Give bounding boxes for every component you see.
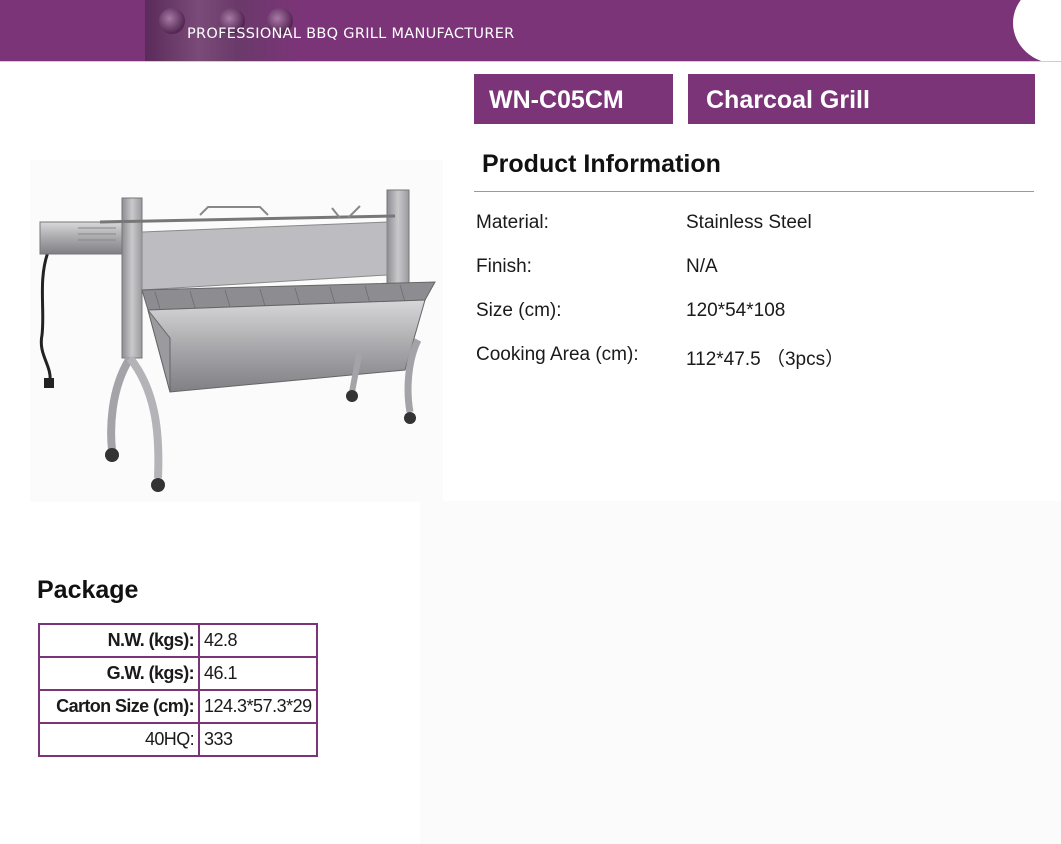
table-row: G.W. (kgs): 46.1 (38, 656, 318, 691)
spec-label: Cooking Area (cm): (476, 344, 639, 365)
table-row: N.W. (kgs): 42.8 (38, 623, 318, 658)
product-type: Charcoal Grill (706, 86, 870, 114)
package-value: 124.3*57.3*29 (198, 689, 318, 724)
table-row: 40HQ: 333 (38, 722, 318, 757)
spec-label: Finish: (476, 256, 532, 277)
header-divider (0, 61, 1061, 62)
package-label: N.W. (kgs): (38, 623, 200, 658)
package-title: Package (37, 576, 139, 604)
package-label: 40HQ: (38, 722, 200, 757)
spec-value: N/A (686, 256, 718, 277)
spec-label: Size (cm): (476, 300, 562, 321)
spec-value: 112*47.5 （3pcs） (686, 349, 845, 370)
table-row: Carton Size (cm): 124.3*57.3*29 (38, 689, 318, 724)
model-number-box: WN-C05CM (474, 74, 673, 124)
spec-value: Stainless Steel (686, 212, 812, 233)
spec-value: 120*54*108 (686, 300, 786, 321)
package-label: G.W. (kgs): (38, 656, 200, 691)
package-value: 42.8 (198, 623, 318, 658)
blank-panel (420, 501, 1061, 844)
package-value: 46.1 (198, 656, 318, 691)
spec-label: Material: (476, 212, 549, 233)
product-type-box: Charcoal Grill (688, 74, 1035, 124)
product-photo (30, 160, 443, 502)
package-table: N.W. (kgs): 42.8 G.W. (kgs): 46.1 Carton… (38, 623, 318, 757)
header-tagline: PROFESSIONAL BBQ GRILL MANUFACTURER (187, 26, 515, 42)
model-number: WN-C05CM (489, 86, 624, 114)
charcoal-grill-image (39, 189, 436, 492)
product-information-title: Product Information (482, 150, 721, 178)
package-value: 333 (198, 722, 318, 757)
package-label: Carton Size (cm): (38, 689, 200, 724)
product-information-divider (474, 191, 1034, 192)
